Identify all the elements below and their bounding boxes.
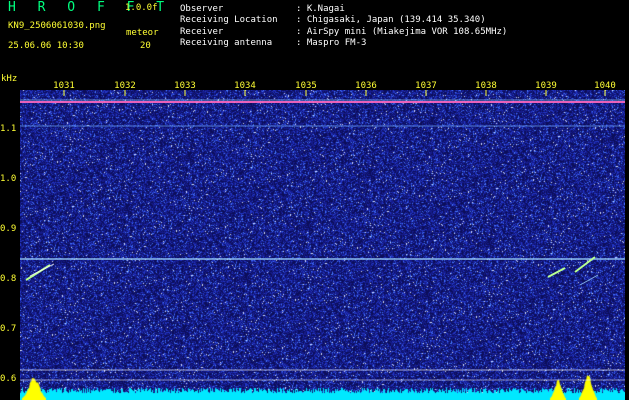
y-tick-label: 1.0 — [0, 174, 17, 184]
meteor-count: 20 — [140, 41, 151, 51]
x-tick-marks — [63, 90, 606, 96]
spectrogram-plot — [20, 90, 625, 400]
receiver-key: Receiver — [180, 27, 224, 37]
location-value: : Chigasaki, Japan (139.414 35.340) — [296, 15, 486, 25]
y-tick-label: 0.8 — [0, 274, 17, 284]
observer-value: : K.Nagai — [296, 4, 345, 14]
meteor-label: meteor — [126, 28, 159, 38]
datetime-label: 25.06.06 10:30 — [8, 41, 84, 51]
meteor-echo — [29, 263, 55, 277]
meteor-echo — [547, 267, 566, 278]
meteor-echo — [579, 274, 599, 286]
y-tick-label: 0.9 — [0, 224, 17, 234]
location-key: Receiving Location — [180, 15, 278, 25]
hroft-window: H R O F F T 1.0.0f KN9_2506061030.png 25… — [0, 0, 629, 400]
y-tick-label: 0.7 — [0, 324, 17, 334]
filename-label: KN9_2506061030.png — [8, 21, 106, 31]
version-label: 1.0.0f — [125, 3, 158, 13]
y-tick-label: 1.1 — [0, 124, 17, 134]
antenna-key: Receiving antenna — [180, 38, 273, 48]
y-tick-label: 0.6 — [0, 374, 17, 384]
spectrogram-overlay — [20, 90, 625, 381]
receiver-value: : AirSpy mini (Miakejima VOR 108.65MHz) — [296, 27, 508, 37]
antenna-value: : Maspro FM-3 — [296, 38, 367, 48]
observer-key: Observer — [180, 4, 224, 14]
y-unit-label: kHz — [1, 74, 18, 84]
